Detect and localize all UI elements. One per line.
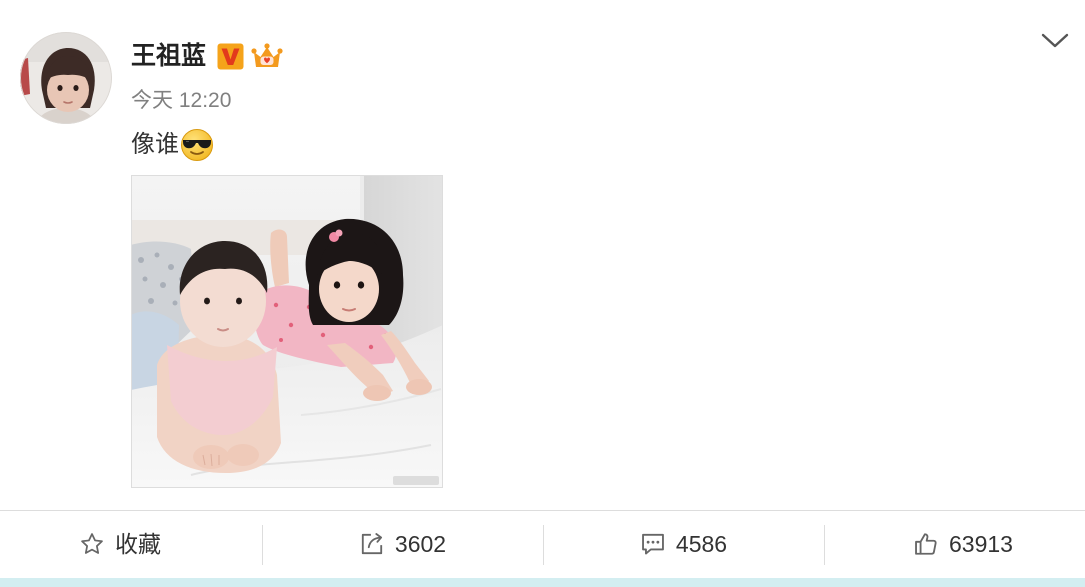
comment-count: 4586 bbox=[675, 531, 728, 557]
post-content: 像谁 bbox=[131, 127, 214, 163]
post-photo[interactable] bbox=[131, 175, 443, 488]
author-name[interactable]: 王祖蓝 bbox=[131, 38, 206, 74]
star-icon bbox=[79, 531, 105, 557]
like-count: 63913 bbox=[949, 531, 1013, 557]
action-cell-comment: 4586 bbox=[543, 511, 824, 577]
favorite-label: 收藏 bbox=[115, 531, 161, 557]
verified-v-icon bbox=[217, 43, 244, 70]
repost-button[interactable]: 3602 bbox=[359, 529, 446, 559]
action-cell-repost: 3602 bbox=[262, 511, 543, 577]
action-divider bbox=[262, 525, 263, 565]
crown-icon[interactable] bbox=[251, 42, 283, 70]
action-bar: 收藏 3602 4586 63913 bbox=[0, 510, 1085, 577]
favorite-button[interactable]: 收藏 bbox=[79, 529, 161, 559]
share-icon bbox=[359, 531, 385, 557]
chevron-down-icon[interactable] bbox=[1041, 29, 1069, 55]
weibo-post-card: 王祖蓝 今天 12:20 像谁 收藏 3602 4586 63913 bbox=[0, 0, 1085, 587]
sunglasses-emoji-icon bbox=[180, 128, 214, 162]
comment-icon bbox=[640, 531, 666, 557]
action-cell-like: 63913 bbox=[824, 511, 1085, 577]
comment-button[interactable]: 4586 bbox=[640, 529, 727, 559]
like-button[interactable]: 63913 bbox=[913, 529, 1013, 559]
post-time[interactable]: 今天 12:20 bbox=[131, 86, 231, 116]
thumbs-up-icon bbox=[913, 531, 939, 557]
action-cell-favorite: 收藏 bbox=[0, 511, 262, 577]
post-text: 像谁 bbox=[131, 131, 179, 158]
bottom-strip bbox=[0, 578, 1085, 587]
action-divider bbox=[824, 525, 825, 565]
author-header: 王祖蓝 bbox=[131, 38, 283, 74]
action-divider bbox=[543, 525, 544, 565]
author-avatar[interactable] bbox=[20, 32, 112, 124]
repost-count: 3602 bbox=[394, 531, 447, 557]
